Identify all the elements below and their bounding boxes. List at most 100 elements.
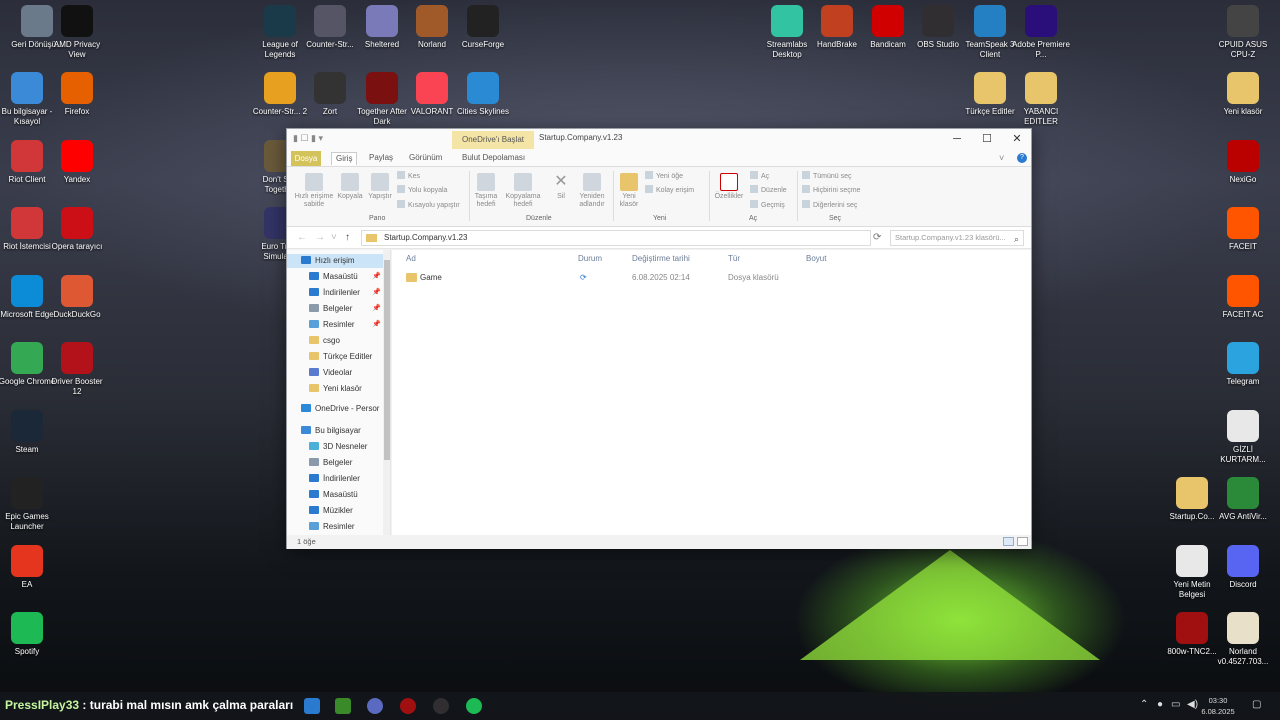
desktop-shortcut[interactable]: Cities Skylines (453, 72, 513, 117)
tab-view[interactable]: Görünüm (409, 152, 442, 164)
desktop-shortcut[interactable]: Steam (0, 410, 57, 455)
nav-item[interactable]: Videolar (287, 366, 383, 380)
nav-scrollbar[interactable] (383, 250, 390, 535)
desktop-shortcut[interactable]: CurseForge (453, 5, 513, 50)
column-header-type[interactable]: Tür (728, 254, 740, 263)
select-none-button[interactable]: Hiçbirini seçme (802, 185, 860, 195)
move-to-button[interactable]: Taşıma hedefi (471, 173, 501, 209)
nav-item[interactable]: Masaüstü (287, 488, 383, 502)
desktop-shortcut[interactable]: DuckDuckGo (47, 275, 107, 320)
taskbar-app-icon[interactable] (304, 698, 320, 714)
large-icons-view-button[interactable] (1017, 537, 1028, 546)
nav-item[interactable]: Müzikler (287, 504, 383, 518)
paste-shortcut-button[interactable]: Kısayolu yapıştır (397, 200, 460, 210)
tab-file[interactable]: Dosya (291, 151, 321, 166)
desktop-shortcut[interactable]: Epic Games Launcher (0, 477, 57, 532)
column-header-name[interactable]: Ad (406, 254, 416, 263)
desktop-shortcut[interactable]: FACEIT AC (1213, 275, 1273, 320)
nav-item[interactable]: Bu bilgisayar (287, 424, 383, 438)
nav-item[interactable]: Yeni klasör (287, 382, 383, 396)
quick-access-toolbar[interactable]: ▮ ☐ ▮ ▾ (293, 133, 323, 144)
system-clock[interactable]: 03:30 6.08.2025 (1196, 695, 1240, 717)
easy-access-button[interactable]: Kolay erişim (645, 185, 694, 195)
network-icon[interactable]: ▭ (1171, 699, 1180, 710)
desktop-shortcut[interactable]: Discord (1213, 545, 1273, 590)
file-row[interactable]: Game ⟳ 6.08.2025 02:14 Dosya klasörü (404, 271, 904, 285)
nav-item[interactable]: İndirilenler (287, 472, 383, 486)
new-item-button[interactable]: Yeni öğe (645, 171, 683, 181)
search-input[interactable]: Startup.Company.v1.23 klasörü... ⌕ (890, 230, 1024, 246)
desktop-shortcut[interactable]: YABANCI EDITLER (1011, 72, 1071, 127)
forward-button[interactable]: → (315, 232, 325, 243)
minimize-button[interactable]: ─ (943, 131, 971, 147)
properties-button[interactable]: Özellikler (711, 173, 747, 201)
scrollbar-thumb[interactable] (384, 260, 390, 460)
nav-item[interactable]: csgo (287, 334, 383, 348)
edit-button[interactable]: Düzenle (750, 185, 787, 195)
desktop-shortcut[interactable]: Adobe Premiere P... (1011, 5, 1071, 60)
desktop-shortcut[interactable]: Driver Booster 12 (47, 342, 107, 397)
nav-item[interactable]: Türkçe Editler (287, 350, 383, 364)
nav-item[interactable]: Masaüstü 📌 (287, 270, 383, 284)
details-view-button[interactable] (1003, 537, 1014, 546)
help-icon[interactable]: ? (1017, 153, 1027, 163)
desktop-shortcut[interactable]: Counter-Str... (300, 5, 360, 50)
open-button[interactable]: Aç (750, 171, 769, 181)
desktop-shortcut[interactable]: Opera tarayıcı (47, 207, 107, 252)
tab-share[interactable]: Paylaş (369, 152, 393, 164)
nav-item[interactable]: Belgeler (287, 456, 383, 470)
back-button[interactable]: ← (297, 232, 307, 243)
history-button[interactable]: Geçmiş (750, 200, 785, 210)
nav-item[interactable]: Resimler (287, 520, 383, 534)
spotify-taskbar-icon[interactable] (466, 698, 482, 714)
pin-quick-access-button[interactable]: Hızlı erişime sabitle (291, 173, 337, 209)
desktop-shortcut[interactable]: Telegram (1213, 342, 1273, 387)
desktop-shortcut[interactable]: Spotify (0, 612, 57, 657)
tray-overflow-chevron-icon[interactable]: ⌃ (1140, 699, 1148, 710)
tab-cloud-storage[interactable]: Bulut Depolaması (462, 152, 525, 164)
column-header-size[interactable]: Boyut (806, 254, 826, 263)
column-header-status[interactable]: Durum (578, 254, 602, 263)
taskbar-app-icon[interactable] (367, 698, 383, 714)
notifications-icon[interactable]: ▢ (1252, 699, 1261, 710)
new-folder-button[interactable]: Yeni klasör (615, 173, 643, 209)
obs-taskbar-icon[interactable] (433, 698, 449, 714)
desktop-shortcut[interactable]: Norland v0.4527.703... (1213, 612, 1273, 667)
nav-item[interactable]: Belgeler 📌 (287, 302, 383, 316)
nav-item[interactable]: Resimler 📌 (287, 318, 383, 332)
column-header-date[interactable]: Değiştirme tarihi (632, 254, 690, 263)
copy-path-button[interactable]: Yolu kopyala (397, 185, 447, 195)
nav-item[interactable]: OneDrive - Persor (287, 402, 383, 416)
tab-home[interactable]: Giriş (331, 152, 358, 165)
desktop-shortcut[interactable]: NexiGo (1213, 140, 1273, 185)
delete-button[interactable]: ✕ Sil (549, 173, 573, 201)
nav-item[interactable]: Hızlı erişim (287, 254, 383, 268)
bandicam-taskbar-icon[interactable] (400, 698, 416, 714)
close-button[interactable]: ✕ (1003, 131, 1031, 147)
desktop-shortcut[interactable]: AMD Privacy View (47, 5, 107, 60)
desktop-shortcut[interactable]: EA (0, 545, 57, 590)
desktop-shortcut[interactable]: AVG AntiVir... (1213, 477, 1273, 522)
nav-item[interactable]: 3D Nesneler (287, 440, 383, 454)
address-path-field[interactable]: Startup.Company.v1.23 (361, 230, 871, 246)
paste-button[interactable]: Yapıştır (365, 173, 395, 201)
copy-to-button[interactable]: Kopyalama hedefi (503, 173, 543, 209)
desktop-shortcut[interactable]: Yeni klasör (1213, 72, 1273, 117)
microphone-icon[interactable]: ● (1157, 699, 1163, 710)
recent-locations-chevron-icon[interactable]: ˅ (331, 232, 337, 243)
nav-item[interactable]: İndirilenler 📌 (287, 286, 383, 300)
maximize-button[interactable]: ☐ (973, 131, 1001, 147)
invert-selection-button[interactable]: Diğerlerini seç (802, 200, 857, 210)
desktop-shortcut[interactable]: CPUID ASUS CPU-Z (1213, 5, 1273, 60)
desktop-shortcut[interactable]: FACEIT (1213, 207, 1273, 252)
desktop-shortcut[interactable]: Zort (300, 72, 360, 117)
ribbon-collapse-chevron-icon[interactable]: ˅ (999, 153, 1004, 163)
desktop-shortcut[interactable]: GİZLİ KURTARM... (1213, 410, 1273, 465)
select-all-button[interactable]: Tümünü seç (802, 171, 852, 181)
desktop-shortcut[interactable]: Firefox (47, 72, 107, 117)
copy-button[interactable]: Kopyala (335, 173, 365, 201)
refresh-icon[interactable]: ⟳ (873, 232, 881, 243)
desktop-shortcut[interactable]: OBS Studio (908, 5, 968, 50)
rename-button[interactable]: Yeniden adlandır (575, 173, 609, 209)
up-button[interactable]: ↑ (345, 232, 350, 243)
